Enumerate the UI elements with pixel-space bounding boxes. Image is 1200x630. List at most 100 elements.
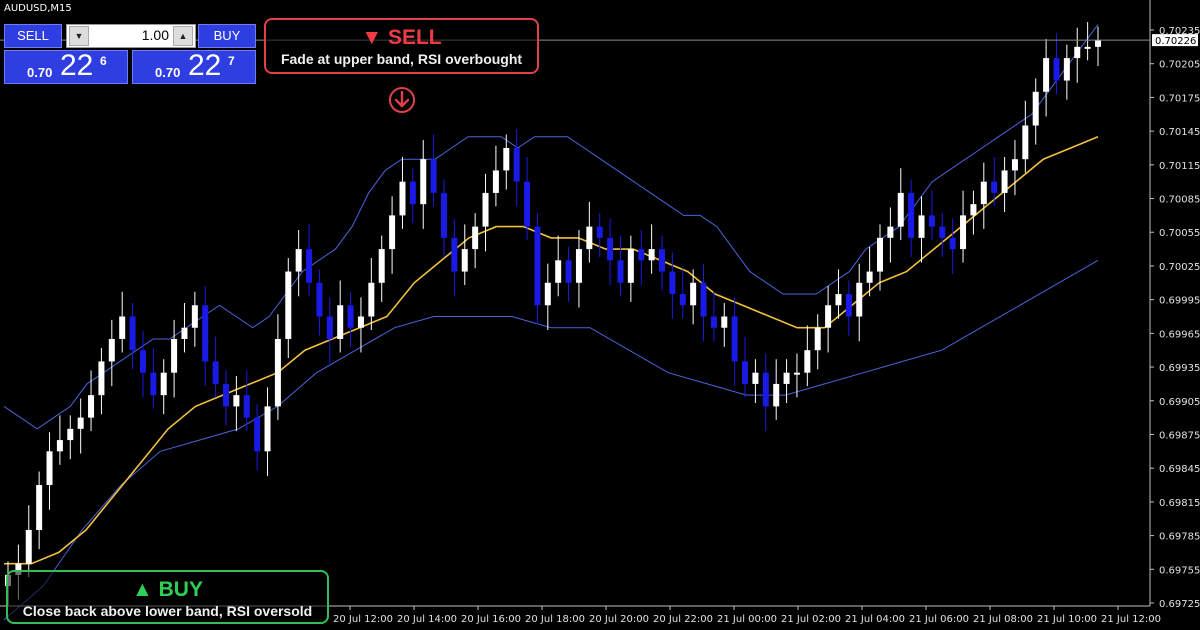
bull-candle xyxy=(77,417,84,429)
x-tick-label: 20 Jul 20:00 xyxy=(589,614,649,625)
bear-candle xyxy=(513,147,520,182)
x-tick-label: 20 Jul 14:00 xyxy=(397,614,457,625)
bull-candle xyxy=(1011,159,1018,171)
bear-candle xyxy=(326,316,333,339)
bull-candle xyxy=(783,372,790,384)
bull-candle xyxy=(752,372,759,384)
bear-candle xyxy=(762,372,769,407)
bear-candle xyxy=(991,181,998,193)
bull-candle xyxy=(357,316,364,328)
y-tick-label: 0.69995 xyxy=(1159,296,1200,307)
bull-candle xyxy=(399,181,406,216)
y-tick-label: 0.70055 xyxy=(1159,228,1200,239)
bull-candle xyxy=(814,327,821,351)
y-tick-label: 0.70175 xyxy=(1159,93,1200,104)
bull-candle xyxy=(285,271,292,339)
bear-candle xyxy=(700,282,707,317)
sell-button[interactable]: SELL xyxy=(4,24,62,48)
bull-candle xyxy=(420,159,427,205)
y-tick-label: 0.69755 xyxy=(1159,565,1200,576)
x-tick-label: 21 Jul 08:00 xyxy=(973,614,1033,625)
bull-candle xyxy=(1063,58,1070,81)
bear-candle xyxy=(607,237,614,261)
bull-candle xyxy=(627,249,634,283)
y-tick-label: 0.70145 xyxy=(1159,127,1200,138)
bear-candle xyxy=(430,159,437,193)
y-tick-label: 0.69815 xyxy=(1159,498,1200,509)
buy-callout-text: Close back above lower band, RSI oversol… xyxy=(22,603,313,619)
bear-candle xyxy=(731,316,738,362)
ask-quote[interactable]: 0.70 22 7 xyxy=(132,49,256,84)
lot-increase-icon[interactable]: ▲ xyxy=(173,26,193,46)
y-tick-label: 0.69845 xyxy=(1159,464,1200,475)
bull-candle xyxy=(648,249,655,261)
bear-candle xyxy=(202,305,209,362)
bull-candle xyxy=(482,192,489,227)
bull-candle xyxy=(492,170,499,193)
bear-candle xyxy=(845,294,852,317)
bull-candle xyxy=(389,215,396,250)
bull-candle xyxy=(472,226,479,250)
bull-candle xyxy=(295,249,302,272)
bull-candle xyxy=(88,395,95,418)
x-tick-label: 20 Jul 12:00 xyxy=(333,614,393,625)
bull-candle xyxy=(897,192,904,227)
bear-candle xyxy=(129,316,136,351)
middle-band-line xyxy=(4,135,1099,565)
down-arrow-circle-icon xyxy=(389,87,415,113)
bull-candle xyxy=(1074,46,1081,59)
bull-candle xyxy=(171,338,178,373)
bull-candle xyxy=(773,383,780,407)
bull-candle xyxy=(1022,125,1029,160)
bull-candle xyxy=(233,395,240,407)
one-click-trading-panel: SELL ▼ 1.00 ▲ BUY 0.70 22 6 0.70 22 7 xyxy=(4,24,256,84)
bear-candle xyxy=(243,395,250,418)
bear-candle xyxy=(617,260,624,283)
bull-candle xyxy=(56,440,63,452)
bull-candle xyxy=(1032,91,1039,126)
bull-candle xyxy=(36,485,43,530)
bear-candle xyxy=(139,350,146,373)
bull-candle xyxy=(368,282,375,317)
bull-candle xyxy=(835,294,842,306)
lot-size-field[interactable]: ▼ 1.00 ▲ xyxy=(66,24,196,48)
bid-quote[interactable]: 0.70 22 6 xyxy=(4,49,128,84)
bear-candle xyxy=(451,237,458,272)
bull-candle xyxy=(264,406,271,452)
symbol-label: AUDUSD,M15 xyxy=(4,3,72,14)
lot-decrease-icon[interactable]: ▼ xyxy=(69,26,89,46)
y-tick-label: 0.69875 xyxy=(1159,430,1200,441)
bear-candle xyxy=(949,237,956,250)
x-tick-label: 20 Jul 16:00 xyxy=(461,614,521,625)
buy-button[interactable]: BUY xyxy=(198,24,256,48)
bull-candle xyxy=(160,372,167,396)
bull-candle xyxy=(98,361,105,396)
x-tick-label: 20 Jul 18:00 xyxy=(525,614,585,625)
bull-candle xyxy=(690,282,697,306)
y-tick-label: 0.69725 xyxy=(1159,599,1200,610)
y-tick-label: 0.69935 xyxy=(1159,363,1200,374)
y-tick-label: 0.70085 xyxy=(1159,195,1200,206)
bear-candle xyxy=(441,192,447,238)
bull-candle xyxy=(108,338,115,362)
bear-candle xyxy=(928,215,935,227)
x-tick-label: 21 Jul 00:00 xyxy=(717,614,777,625)
y-tick-label: 0.69785 xyxy=(1159,532,1200,543)
y-tick-label: 0.70025 xyxy=(1159,262,1200,273)
bull-candle xyxy=(960,215,967,250)
bull-candle xyxy=(274,338,281,407)
bull-candle xyxy=(25,529,32,564)
bull-candle xyxy=(191,305,198,328)
bull-candle xyxy=(1043,58,1050,92)
ask-prefix: 0.70 xyxy=(155,65,181,80)
bear-candle xyxy=(306,249,313,283)
x-tick-label: 21 Jul 12:00 xyxy=(1101,614,1161,625)
bear-candle xyxy=(254,417,261,452)
bull-candle xyxy=(825,305,832,328)
lot-size-value[interactable]: 1.00 xyxy=(142,27,169,43)
bear-candle xyxy=(939,226,946,238)
bull-candle xyxy=(337,305,344,339)
x-tick-label: 21 Jul 06:00 xyxy=(909,614,969,625)
x-tick-label: 20 Jul 22:00 xyxy=(653,614,713,625)
bull-candle xyxy=(980,181,987,205)
